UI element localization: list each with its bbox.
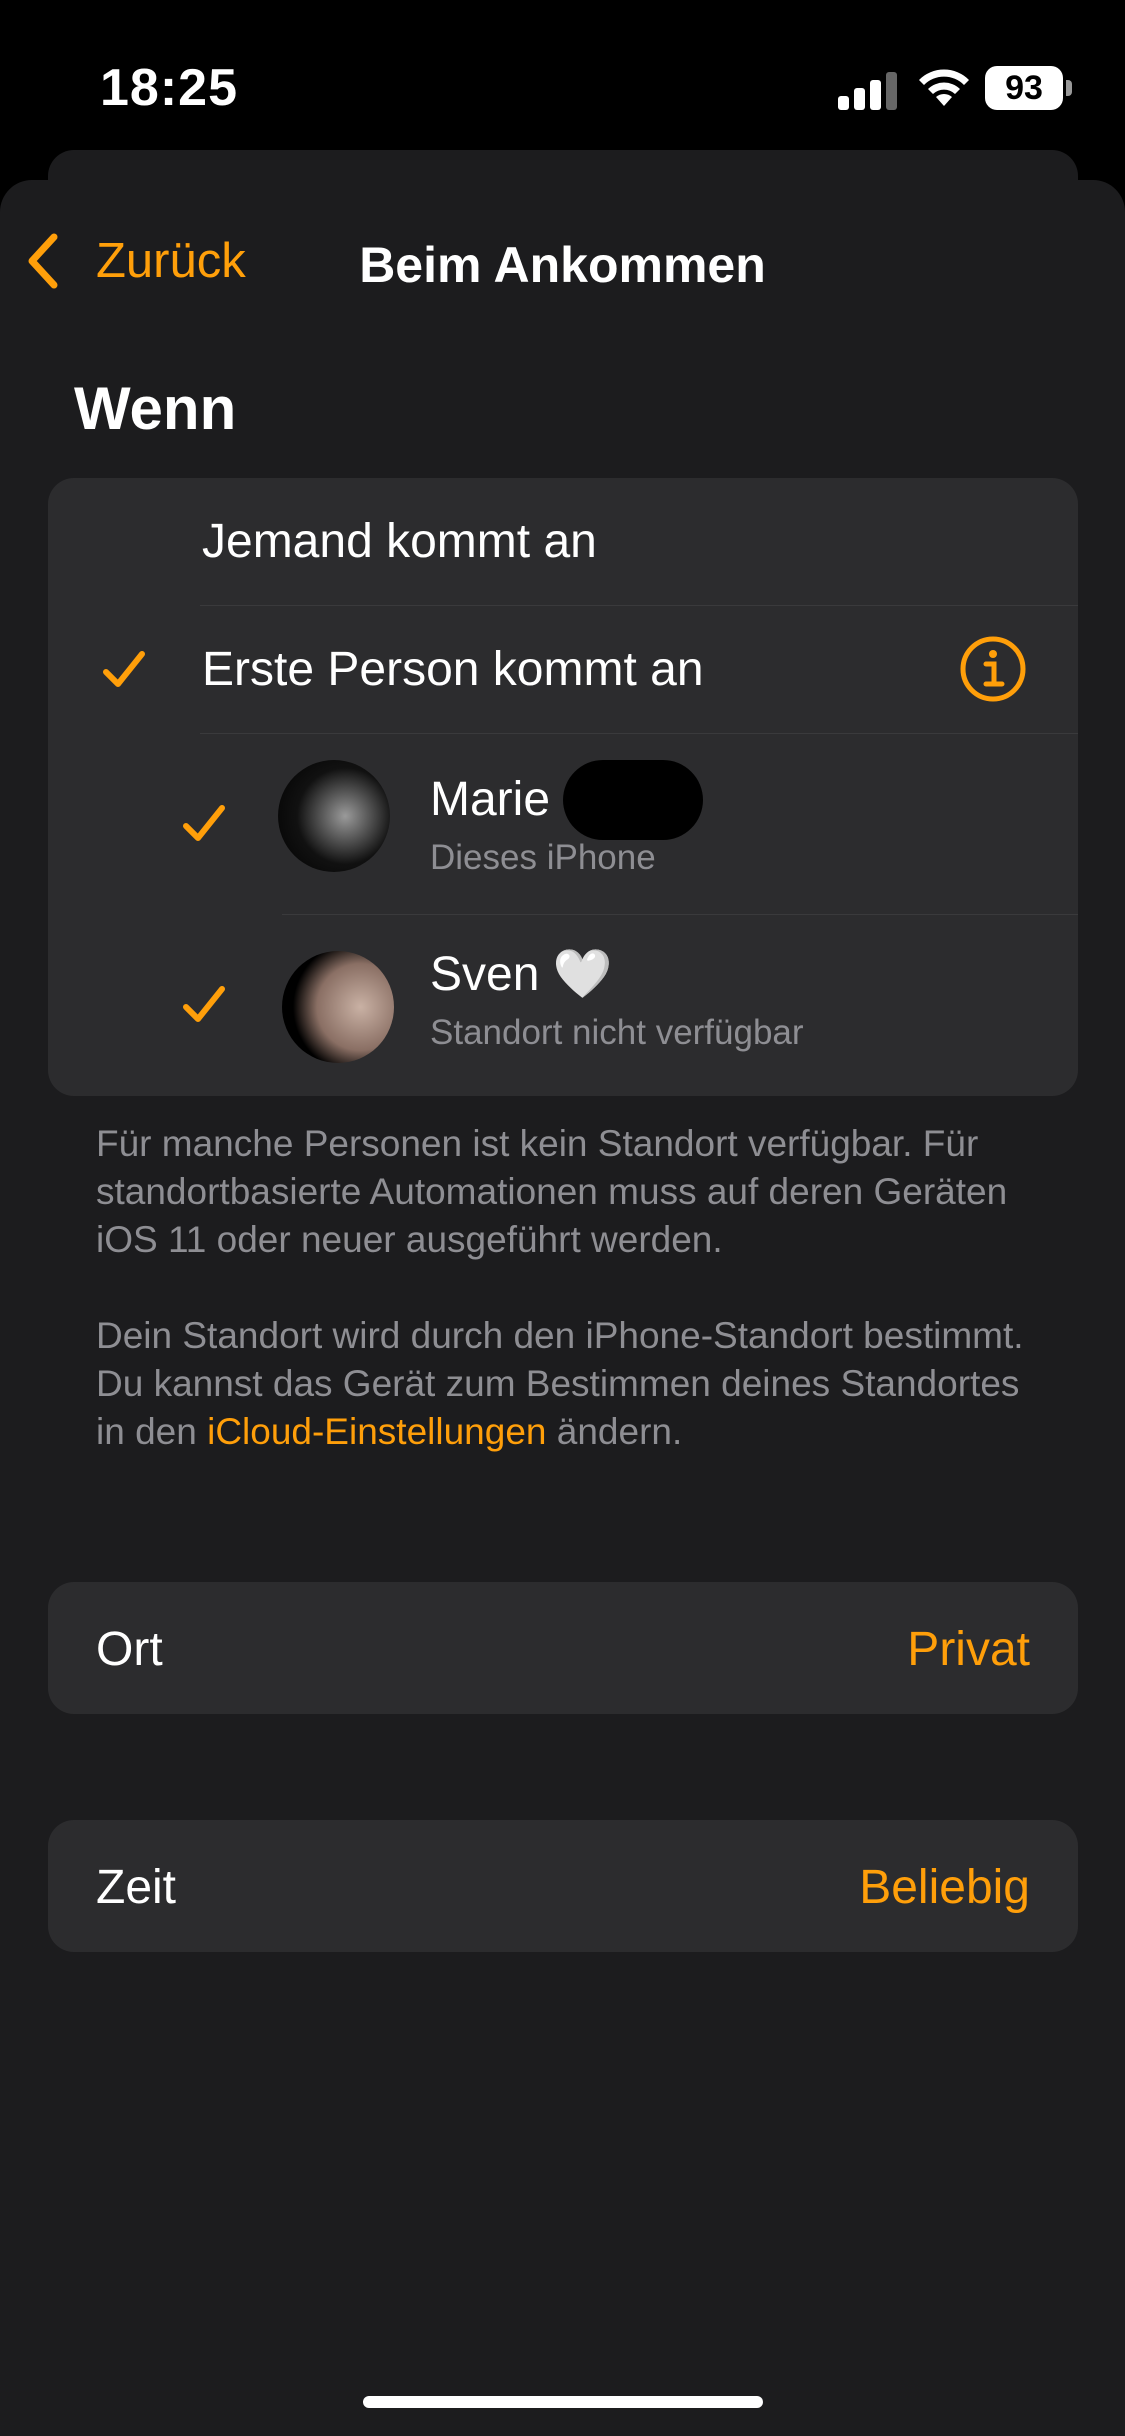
cellular-signal-icon xyxy=(838,72,898,110)
checkmark-icon xyxy=(180,800,228,848)
status-bar: 18:25 93 xyxy=(0,0,1125,170)
setting-label: Zeit xyxy=(96,1861,177,1914)
redaction-mark xyxy=(563,760,703,840)
person-name: Marie xyxy=(430,773,551,826)
home-indicator[interactable] xyxy=(363,2396,763,2408)
wifi-icon xyxy=(919,69,969,106)
avatar xyxy=(278,760,390,872)
option-first-person-arrives[interactable]: Erste Person kommt an xyxy=(48,606,1078,733)
checkmark-icon xyxy=(180,981,228,1029)
checkmark-icon xyxy=(100,646,148,694)
battery-icon: 93 xyxy=(985,66,1063,110)
person-name: Sven 🤍 xyxy=(430,948,613,1001)
footer-note-location: Dein Standort wird durch den iPhone-Stan… xyxy=(96,1312,1056,1456)
person-row-sven[interactable]: Sven 🤍 Standort nicht verfügbar xyxy=(48,915,1078,1096)
person-row-marie[interactable]: Marie Dieses iPhone xyxy=(48,734,1078,914)
location-setting-row[interactable]: Ort Privat xyxy=(48,1582,1078,1714)
section-title-wenn: Wenn xyxy=(74,375,237,442)
info-icon[interactable] xyxy=(958,634,1028,704)
battery-cap xyxy=(1066,80,1072,96)
footer-note-text-end: ändern. xyxy=(546,1411,683,1452)
setting-value: Privat xyxy=(907,1623,1030,1676)
setting-label: Ort xyxy=(96,1623,163,1676)
option-someone-arrives[interactable]: Jemand kommt an xyxy=(48,478,1078,605)
option-label: Jemand kommt an xyxy=(202,515,597,568)
page-title: Beim Ankommen xyxy=(359,237,766,293)
footer-note-availability: Für manche Personen ist kein Standort ve… xyxy=(96,1123,1008,1260)
person-detail: Standort nicht verfügbar xyxy=(430,1013,804,1052)
avatar xyxy=(282,951,394,1063)
icloud-settings-link[interactable]: iCloud-Einstellungen xyxy=(207,1411,546,1452)
person-detail: Dieses iPhone xyxy=(430,838,656,877)
setting-value: Beliebig xyxy=(859,1861,1030,1914)
time-setting-row[interactable]: Zeit Beliebig xyxy=(48,1820,1078,1952)
status-time: 18:25 xyxy=(100,59,238,117)
option-label: Erste Person kommt an xyxy=(202,643,704,696)
trigger-options-card: Jemand kommt an Erste Person kommt an Ma… xyxy=(48,478,1078,1096)
